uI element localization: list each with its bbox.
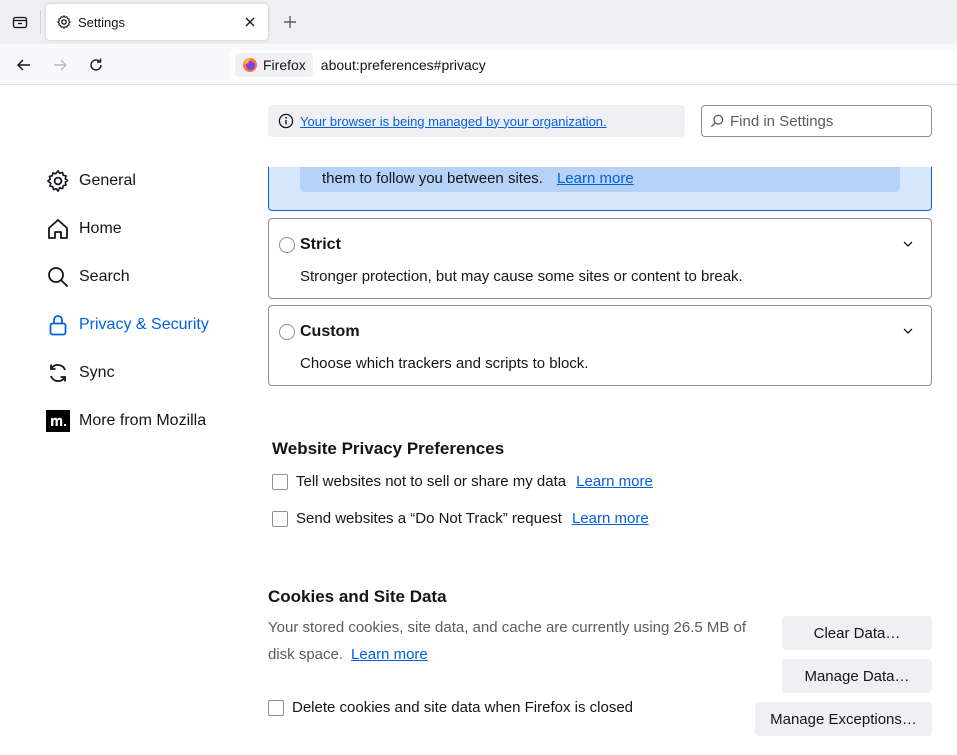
tab-list-icon: [12, 16, 28, 29]
cookies-learn-more-link[interactable]: Learn more: [351, 646, 428, 663]
expand-custom-button[interactable]: [901, 324, 915, 338]
identity-box[interactable]: Firefox: [235, 53, 313, 77]
learn-more-link[interactable]: Learn more: [557, 170, 634, 187]
tracking-strict-card[interactable]: Strict Stronger protection, but may caus…: [268, 218, 932, 299]
dnt-learn-more-link[interactable]: Learn more: [572, 510, 649, 527]
tab-settings[interactable]: Settings: [46, 4, 268, 40]
reload-icon: [90, 58, 102, 71]
dnt-checkbox[interactable]: [272, 510, 288, 527]
gear-icon: [57, 15, 71, 29]
back-button[interactable]: [11, 52, 37, 78]
manage-data-button[interactable]: Manage Data…: [782, 659, 932, 693]
policy-notice: Your browser is being managed by your or…: [268, 105, 685, 137]
delete-on-close-row: Delete cookies and site data when Firefo…: [268, 699, 633, 716]
custom-title: Custom: [300, 323, 360, 340]
tab-strip: Settings: [0, 0, 957, 44]
strict-radio[interactable]: [279, 237, 295, 253]
custom-radio[interactable]: [279, 324, 295, 340]
search-input[interactable]: [730, 112, 920, 130]
tracking-standard-details: them to follow you between sites. Learn …: [300, 167, 900, 192]
tracking-custom-card[interactable]: Custom Choose which trackers and scripts…: [268, 305, 932, 386]
arrow-right-icon: [54, 59, 67, 71]
tracking-standard-text: them to follow you between sites. Learn …: [322, 170, 634, 187]
gpc-row: Tell websites not to sell or share my da…: [272, 473, 653, 490]
reload-button[interactable]: [83, 52, 109, 78]
expand-strict-button[interactable]: [901, 237, 915, 251]
gpc-learn-more-link[interactable]: Learn more: [576, 473, 653, 490]
chevron-down-icon: [903, 328, 913, 334]
close-tab-button[interactable]: [242, 14, 258, 30]
website-privacy-heading: Website Privacy Preferences: [272, 439, 505, 458]
settings-search[interactable]: [701, 105, 932, 137]
url-text[interactable]: about:preferences#privacy: [321, 57, 486, 73]
tab-title: Settings: [78, 14, 125, 30]
dnt-row: Send websites a “Do Not Track” request L…: [272, 510, 649, 527]
list-all-tabs-button[interactable]: [8, 11, 32, 33]
info-icon: [278, 113, 294, 129]
cookies-heading: Cookies and Site Data: [268, 587, 447, 606]
chevron-down-icon: [903, 241, 913, 247]
navigation-toolbar: Firefox about:preferences#privacy: [0, 44, 957, 85]
strict-description: Stronger protection, but may cause some …: [300, 268, 743, 285]
firefox-logo-icon: [243, 58, 257, 72]
search-icon: [710, 114, 724, 128]
url-bar[interactable]: Firefox about:preferences#privacy: [230, 50, 957, 80]
tracking-standard-card[interactable]: them to follow you between sites. Learn …: [268, 167, 932, 211]
clear-data-button[interactable]: Clear Data…: [782, 616, 932, 650]
cookies-usage-text: Your stored cookies, site data, and cach…: [268, 619, 747, 663]
custom-description: Choose which trackers and scripts to blo…: [300, 355, 589, 372]
gpc-checkbox[interactable]: [272, 473, 288, 490]
delete-on-close-label[interactable]: Delete cookies and site data when Firefo…: [292, 699, 633, 716]
delete-on-close-checkbox[interactable]: [268, 699, 284, 716]
close-icon: [245, 17, 255, 27]
gpc-label[interactable]: Tell websites not to sell or share my da…: [296, 473, 566, 490]
strict-title: Strict: [300, 236, 341, 253]
new-tab-button[interactable]: [278, 11, 302, 33]
cookies-description: Your stored cookies, site data, and cach…: [268, 614, 758, 668]
policy-link[interactable]: Your browser is being managed by your or…: [300, 114, 607, 129]
identity-label: Firefox: [263, 57, 306, 73]
tracking-standard-tail: them to follow you between sites.: [322, 170, 543, 187]
forward-button[interactable]: [47, 52, 73, 78]
dnt-label[interactable]: Send websites a “Do Not Track” request: [296, 510, 562, 527]
plus-icon: [284, 16, 296, 28]
tab-separator: [40, 10, 41, 34]
manage-exceptions-button[interactable]: Manage Exceptions…: [755, 702, 932, 736]
arrow-left-icon: [17, 59, 30, 71]
